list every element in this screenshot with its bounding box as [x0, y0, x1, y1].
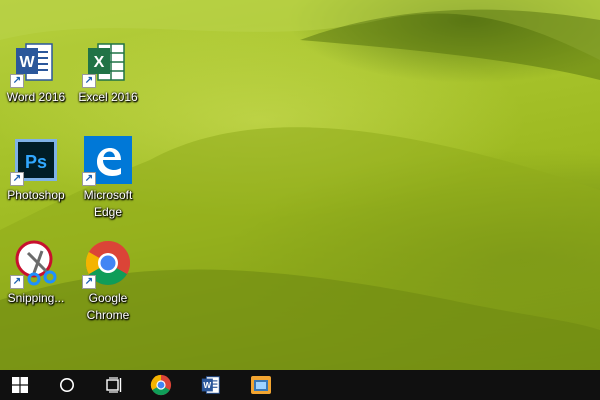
desktop-icon-excel[interactable]: X ↗ Excel 2016	[72, 34, 144, 134]
chrome-icon: ↗	[82, 239, 132, 289]
icon-label: Snipping...	[7, 291, 65, 305]
icon-label: Word 2016	[6, 90, 66, 104]
svg-text:Ps: Ps	[25, 152, 47, 172]
desktop-icon-chrome[interactable]: ↗ Google Chrome	[72, 235, 144, 335]
cortana-search-icon	[60, 378, 74, 392]
start-button[interactable]	[0, 370, 40, 400]
icon-label: Microsoft Edge	[83, 188, 133, 219]
chrome-icon	[150, 374, 172, 396]
shortcut-arrow-icon: ↗	[10, 74, 24, 88]
edge-icon: ↗	[82, 136, 132, 186]
shortcut-arrow-icon: ↗	[82, 74, 96, 88]
desktop-icon-word[interactable]: W ↗ Word 2016	[0, 34, 72, 134]
app-window-icon	[251, 376, 271, 394]
snipping-tool-icon: ↗	[10, 239, 60, 289]
taskbar-word-button[interactable]: W	[186, 370, 236, 400]
svg-text:W: W	[203, 381, 211, 390]
desktop-icon-photoshop[interactable]: Ps ↗ Photoshop	[0, 132, 72, 232]
desktop-icon-edge[interactable]: ↗ Microsoft Edge	[72, 132, 144, 232]
svg-text:W: W	[19, 54, 35, 71]
word-icon: W ↗	[10, 38, 60, 88]
icon-label: Google Chrome	[86, 291, 130, 322]
photoshop-icon: Ps ↗	[10, 136, 60, 186]
excel-icon: X ↗	[82, 38, 132, 88]
shortcut-arrow-icon: ↗	[10, 275, 24, 289]
shortcut-arrow-icon: ↗	[10, 172, 24, 186]
taskbar: W	[0, 370, 600, 400]
taskbar-app-button[interactable]	[236, 370, 286, 400]
cortana-search-button[interactable]	[40, 370, 94, 400]
shortcut-arrow-icon: ↗	[82, 172, 96, 186]
task-view-icon	[106, 377, 122, 393]
icon-label: Excel 2016	[78, 90, 138, 104]
desktop: W ↗ Word 2016 X ↗ Excel 2016 Ps ↗ Photos…	[0, 0, 600, 370]
desktop-icon-snipping-tool[interactable]: ↗ Snipping...	[0, 235, 72, 335]
svg-text:X: X	[94, 54, 105, 71]
windows-start-icon	[12, 377, 28, 393]
icon-label: Photoshop	[7, 188, 65, 202]
word-icon: W	[201, 376, 220, 394]
shortcut-arrow-icon: ↗	[82, 275, 96, 289]
taskbar-chrome-button[interactable]	[136, 370, 186, 400]
task-view-button[interactable]	[94, 370, 136, 400]
